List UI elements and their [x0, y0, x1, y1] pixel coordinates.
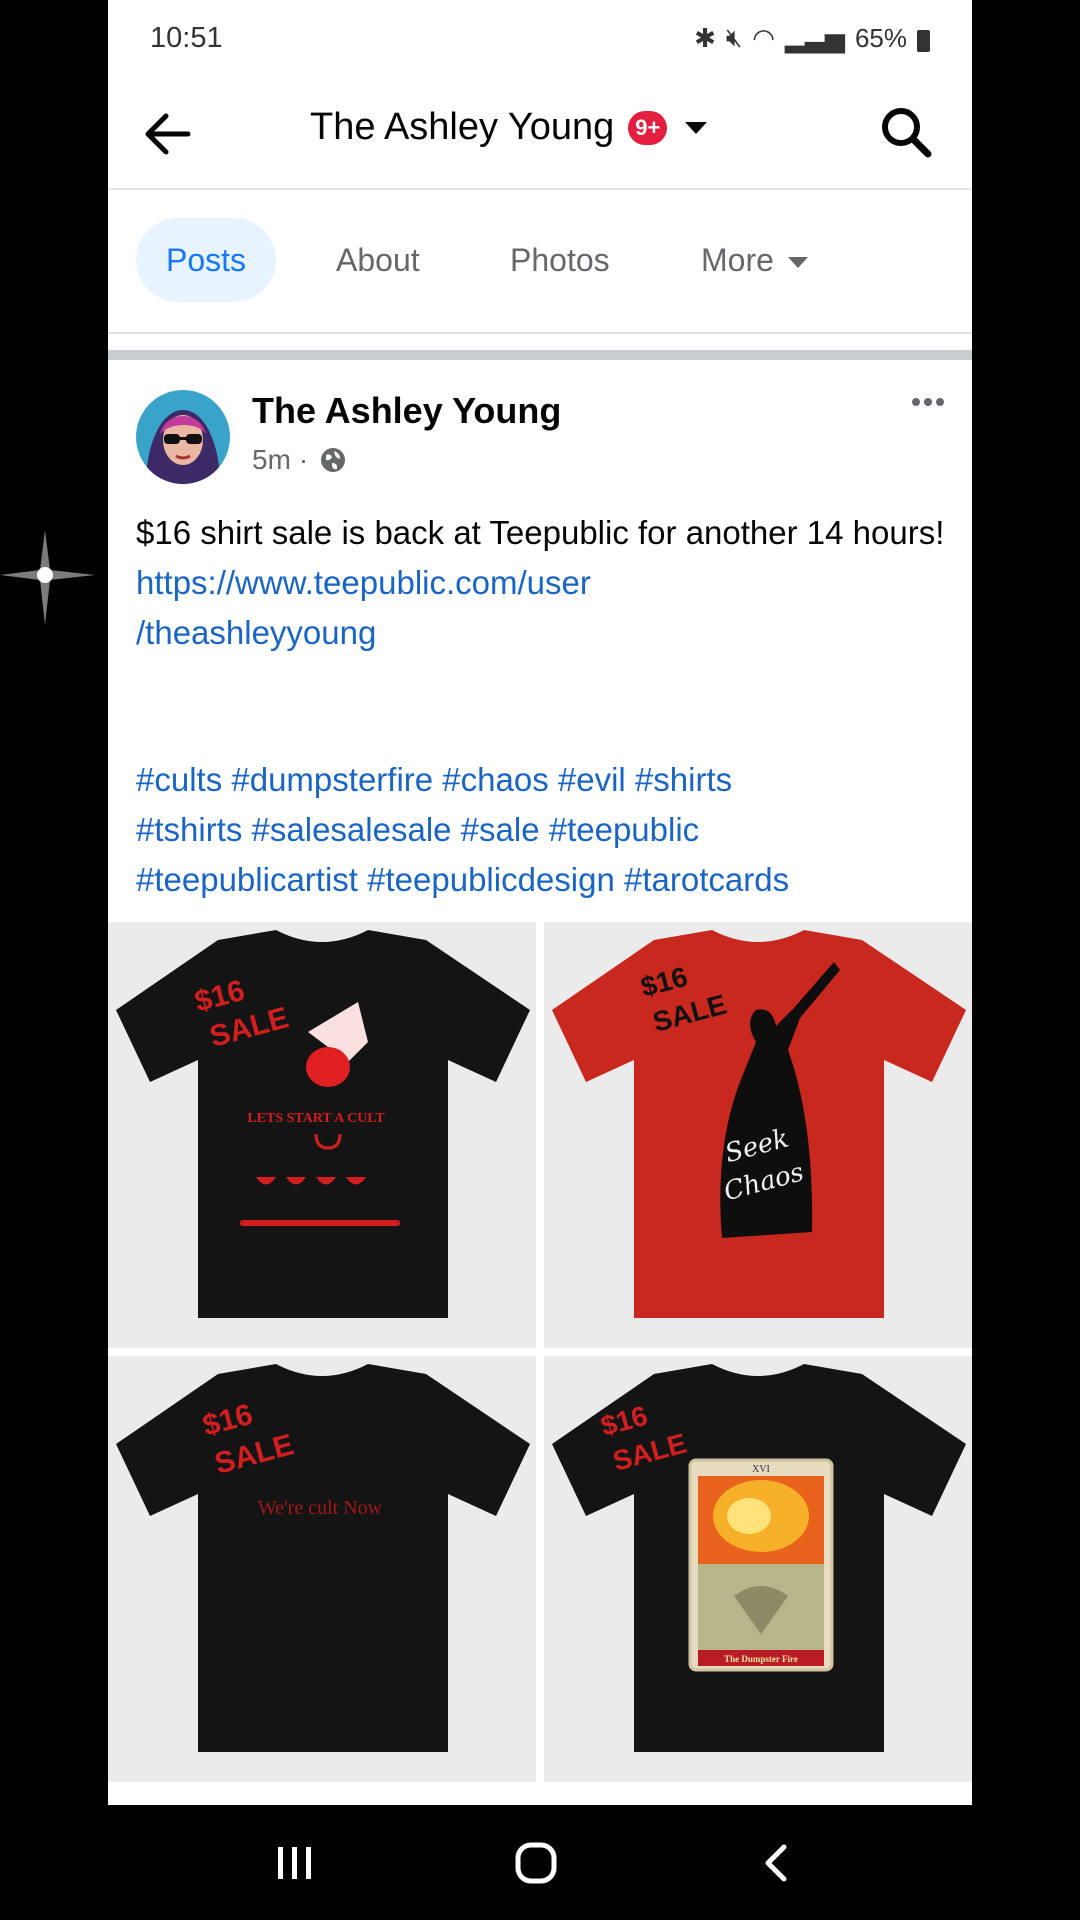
shirt-photo-3[interactable]: $16 SALE We're cult Now	[108, 1356, 536, 1782]
design-text: We're cult Now	[258, 1497, 383, 1519]
hashtags-line1[interactable]: #cults #dumpsterfire #chaos #evil #shirt…	[136, 755, 956, 805]
page-title-dropdown[interactable]: The Ashley Young 9+	[310, 106, 708, 149]
notification-badge: 9+	[628, 110, 668, 145]
back-arrow-icon[interactable]	[138, 104, 198, 164]
tarot-number: XVI	[752, 1464, 770, 1475]
post-meta: 5m ·	[252, 444, 348, 476]
recent-apps-icon[interactable]	[264, 1833, 324, 1893]
shirt-photo-1[interactable]: $16 SALE LETS START A CULT	[108, 922, 536, 1348]
page-header: The Ashley Young 9+	[108, 80, 972, 190]
caret-down-icon	[787, 257, 808, 269]
profile-tabs: Posts About Photos More	[108, 190, 972, 334]
page-title: The Ashley Young	[310, 106, 615, 148]
phone-screen: 10:51 ✱ 🔇︎ ◠ ▂▃▅ 65% The Ashley Young 9+…	[108, 0, 972, 1805]
meta-separator: ·	[298, 444, 309, 475]
hashtags-line2[interactable]: #tshirts #salesalesale #sale #teepublic	[136, 805, 956, 855]
shirt-cult-image: $16 SALE LETS START A CULT	[116, 930, 530, 1318]
shirt-photo-2[interactable]: $16 SALE Seek Chaos	[544, 922, 972, 1348]
shirt-cult-now-image: $16 SALE We're cult Now	[116, 1364, 530, 1752]
post-author[interactable]: The Ashley Young	[252, 390, 561, 432]
status-icons: ✱ 🔇︎ ◠ ▂▃▅ 65%	[694, 22, 930, 54]
tarot-title: The Dumpster Fire	[724, 1654, 798, 1664]
globe-icon	[321, 448, 346, 472]
system-nav-bar	[0, 1805, 1080, 1920]
more-options-icon[interactable]	[912, 398, 944, 406]
mute-icon: 🔇︎	[725, 22, 743, 52]
hashtags-line3[interactable]: #teepublicartist #teepublicdesign #tarot…	[136, 855, 956, 905]
caret-down-icon	[685, 121, 708, 134]
post-time[interactable]: 5m	[252, 444, 291, 476]
tab-more-label: More	[701, 242, 774, 278]
shirt-photo-4[interactable]: $16 SALE XVI The Dumpster Fire	[544, 1356, 972, 1782]
design-text: LETS START A CULT	[247, 1111, 385, 1126]
tab-more[interactable]: More	[701, 218, 808, 302]
tab-about[interactable]: About	[336, 218, 420, 302]
shirt-tarot-image: $16 SALE XVI The Dumpster Fire	[552, 1364, 966, 1752]
post-text: $16 shirt sale is back at Teepublic for …	[136, 514, 945, 551]
wifi-icon: ◠	[752, 22, 775, 53]
search-icon[interactable]	[878, 104, 934, 160]
home-icon[interactable]	[506, 1833, 566, 1893]
tab-photos[interactable]: Photos	[510, 218, 610, 302]
back-icon[interactable]	[748, 1833, 808, 1893]
battery-icon	[917, 30, 930, 52]
sparkle-decoration	[0, 530, 95, 625]
post-link-line2[interactable]: /theashleyyoung	[136, 608, 956, 658]
section-divider	[108, 350, 972, 360]
bluetooth-icon: ✱	[694, 22, 716, 53]
post-hashtags: #cults #dumpsterfire #chaos #evil #shirt…	[136, 755, 956, 905]
post-text-block: $16 shirt sale is back at Teepublic for …	[136, 508, 956, 658]
tab-posts[interactable]: Posts	[136, 218, 277, 302]
avatar[interactable]	[136, 390, 230, 484]
status-time: 10:51	[150, 22, 223, 54]
battery-percent: 65%	[854, 22, 907, 53]
post-link-line1[interactable]: https://www.teepublic.com/user	[136, 558, 956, 608]
signal-icon: ▂▃▅	[784, 22, 845, 53]
status-bar: 10:51 ✱ 🔇︎ ◠ ▂▃▅ 65%	[108, 0, 972, 80]
shirt-seek-chaos-image: $16 SALE Seek Chaos	[552, 930, 966, 1318]
